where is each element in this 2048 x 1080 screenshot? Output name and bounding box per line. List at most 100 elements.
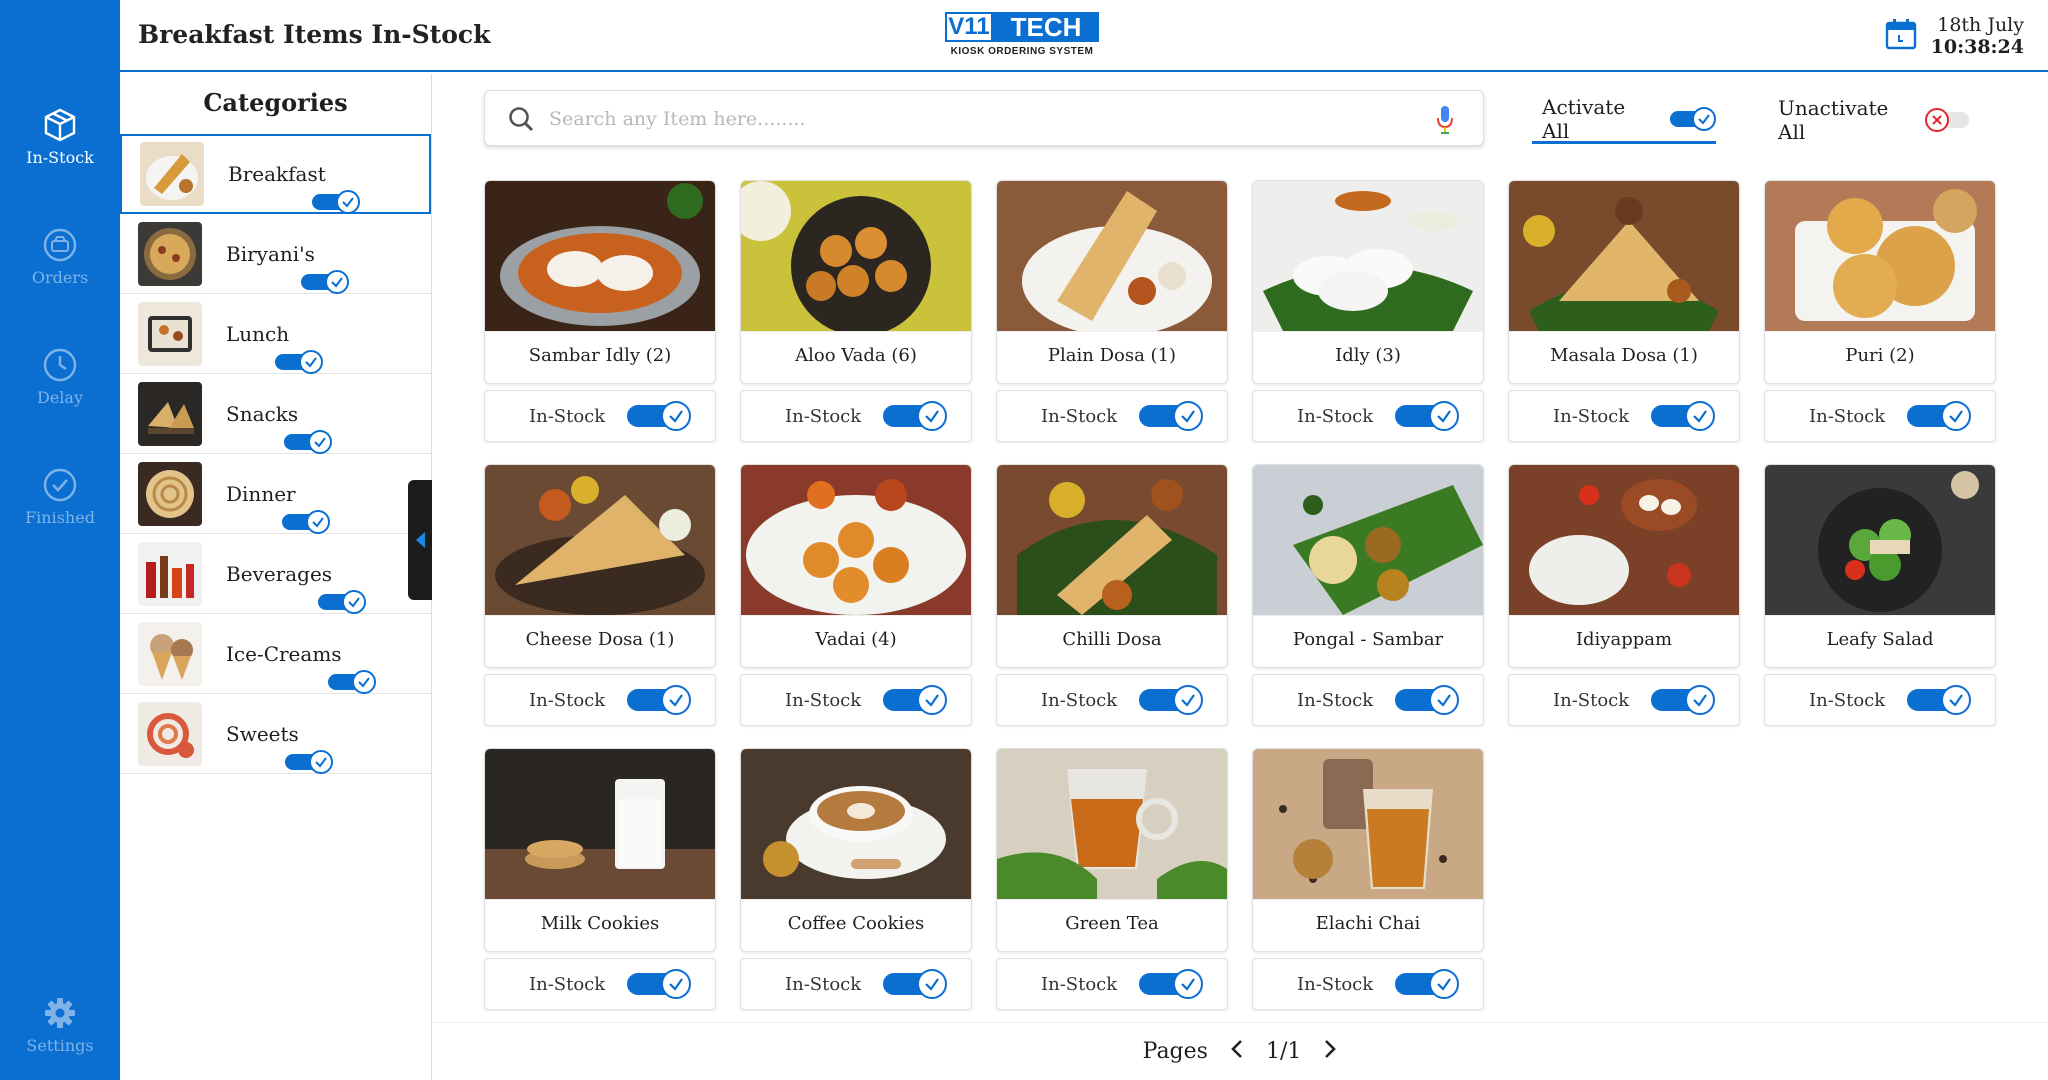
item-tile[interactable]: Idly (3) [1252, 180, 1484, 384]
item-card: Cheese Dosa (1) In-Stock [484, 464, 716, 726]
item-photo [1253, 465, 1483, 615]
gear-icon [41, 994, 79, 1032]
category-thumbnail [138, 461, 202, 526]
unactivate-all-toggle[interactable] [1924, 108, 1969, 132]
previous-page-button[interactable] [1230, 1039, 1244, 1065]
stock-control: In-Stock [996, 674, 1228, 726]
category-label: Biryani's [226, 241, 315, 266]
clock-icon [41, 346, 79, 384]
item-photo [1765, 465, 1995, 615]
stock-label: In-Stock [1041, 973, 1118, 995]
stock-toggle[interactable] [1651, 401, 1715, 431]
stock-label: In-Stock [1809, 405, 1886, 427]
stock-toggle[interactable] [1395, 685, 1459, 715]
activate-all-toggle[interactable] [1669, 106, 1716, 131]
category-label: Ice-Creams [226, 641, 342, 666]
item-photo [485, 749, 715, 899]
stock-toggle[interactable] [1907, 685, 1971, 715]
item-card: Aloo Vada (6) In-Stock [740, 180, 972, 442]
item-tile[interactable]: Elachi Chai [1252, 748, 1484, 952]
item-tile[interactable]: Milk Cookies [484, 748, 716, 952]
stock-control: In-Stock [1764, 390, 1996, 442]
item-card: Coffee Cookies In-Stock [740, 748, 972, 1010]
category-label: Breakfast [228, 162, 326, 186]
category-dinner[interactable]: Dinner [120, 454, 431, 534]
category-breakfast[interactable]: Breakfast [120, 134, 431, 214]
stock-toggle[interactable] [1139, 685, 1203, 715]
stock-toggle[interactable] [1139, 401, 1203, 431]
category-ice-creams[interactable]: Ice-Creams [120, 614, 431, 694]
box-icon [41, 106, 79, 144]
nav-settings[interactable]: Settings [0, 994, 120, 1055]
item-tile[interactable]: Pongal - Sambar [1252, 464, 1484, 668]
stock-toggle[interactable] [1651, 685, 1715, 715]
item-card: Pongal - Sambar In-Stock [1252, 464, 1484, 726]
category-snacks[interactable]: Snacks [120, 374, 431, 454]
item-photo [741, 181, 971, 331]
item-tile[interactable]: Green Tea [996, 748, 1228, 952]
category-toggle[interactable] [327, 669, 376, 694]
item-tile[interactable]: Chilli Dosa [996, 464, 1228, 668]
stock-control: In-Stock [740, 674, 972, 726]
nav-orders[interactable]: Orders [0, 226, 120, 287]
brand-logo: V11 TECH KIOSK ORDERING SYSTEM [945, 12, 1105, 62]
microphone-icon[interactable] [1435, 105, 1455, 139]
item-photo [741, 465, 971, 615]
category-thumbnail [138, 301, 202, 366]
item-tile[interactable]: Idiyappam [1508, 464, 1740, 668]
stock-toggle[interactable] [1395, 969, 1459, 999]
item-tile[interactable]: Sambar Idly (2) [484, 180, 716, 384]
category-toggle[interactable] [284, 429, 333, 454]
item-tile[interactable]: Puri (2) [1764, 180, 1996, 384]
category-sweets[interactable]: Sweets [120, 694, 431, 774]
categories-panel: Categories Breakfast Biryani's Lunch Sna… [120, 74, 432, 1080]
stock-toggle[interactable] [1139, 969, 1203, 999]
item-tile[interactable]: Coffee Cookies [740, 748, 972, 952]
category-toggle[interactable] [300, 269, 349, 294]
category-lunch[interactable]: Lunch [120, 294, 431, 374]
nav-finished[interactable]: Finished [0, 466, 120, 527]
stock-toggle[interactable] [627, 685, 691, 715]
category-biryanis[interactable]: Biryani's [120, 214, 431, 294]
category-toggle[interactable] [318, 589, 367, 614]
category-beverages[interactable]: Beverages [120, 534, 431, 614]
item-tile[interactable]: Cheese Dosa (1) [484, 464, 716, 668]
category-toggle[interactable] [284, 749, 333, 774]
category-toggle[interactable] [311, 190, 360, 214]
item-photo [1253, 181, 1483, 331]
item-tile[interactable]: Leafy Salad [1764, 464, 1996, 668]
nav-in-stock[interactable]: In-Stock [0, 106, 120, 167]
stock-label: In-Stock [1297, 973, 1374, 995]
date-time: 18th July 10:38:24 [1883, 14, 2024, 58]
nav-delay[interactable]: Delay [0, 346, 120, 407]
search-icon[interactable] [507, 105, 535, 137]
stock-control: In-Stock [1252, 674, 1484, 726]
activate-all-button[interactable]: Activate All [1532, 95, 1716, 144]
item-tile[interactable]: Vadai (4) [740, 464, 972, 668]
item-tile[interactable]: Plain Dosa (1) [996, 180, 1228, 384]
search-input[interactable] [549, 103, 1409, 135]
item-name: Chilli Dosa [997, 615, 1227, 667]
next-page-button[interactable] [1323, 1039, 1337, 1065]
stock-toggle[interactable] [627, 969, 691, 999]
category-toggle[interactable] [275, 349, 324, 374]
pagination: Pages 1/1 [432, 1022, 2048, 1080]
stock-toggle[interactable] [1395, 401, 1459, 431]
pages-label: Pages [1142, 1039, 1208, 1064]
stock-control: In-Stock [996, 958, 1228, 1010]
category-toggle[interactable] [281, 509, 330, 534]
stock-label: In-Stock [1297, 689, 1374, 711]
stock-control: In-Stock [484, 674, 716, 726]
stock-toggle[interactable] [883, 685, 947, 715]
unactivate-all-button[interactable]: Unactivate All [1768, 96, 1969, 144]
orders-icon [41, 226, 79, 264]
stock-toggle[interactable] [883, 401, 947, 431]
category-label: Beverages [226, 561, 333, 586]
stock-toggle[interactable] [627, 401, 691, 431]
stock-toggle[interactable] [1907, 401, 1971, 431]
item-tile[interactable]: Aloo Vada (6) [740, 180, 972, 384]
panel-collapse-handle[interactable] [408, 480, 433, 600]
item-name: Coffee Cookies [741, 899, 971, 951]
stock-toggle[interactable] [883, 969, 947, 999]
item-tile[interactable]: Masala Dosa (1) [1508, 180, 1740, 384]
